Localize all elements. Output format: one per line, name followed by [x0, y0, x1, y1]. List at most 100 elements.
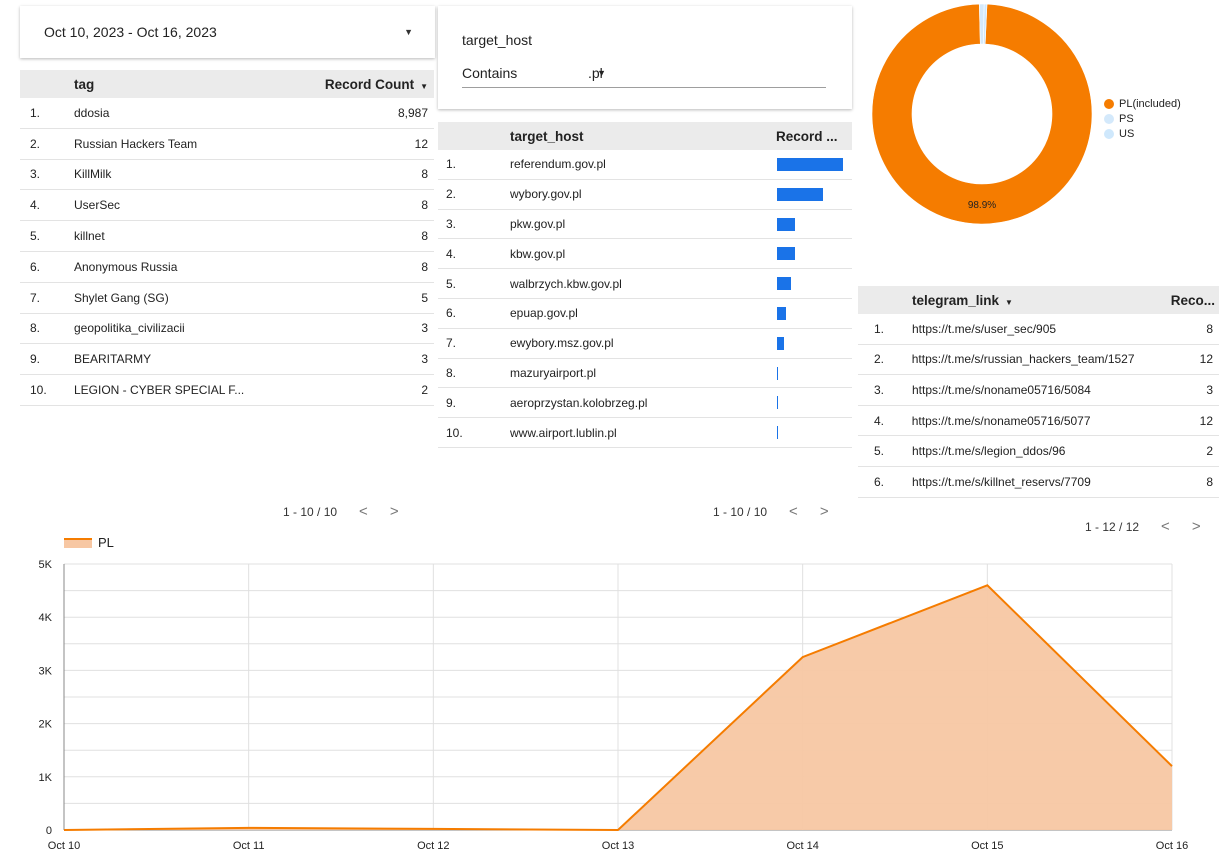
target-host-cell: mazuryairport.pl	[510, 365, 597, 380]
dropdown-caret-icon[interactable]: ▼	[404, 27, 413, 37]
table-header: telegram_link ▼ Reco...	[858, 286, 1219, 314]
row-number: 1.	[30, 105, 41, 120]
row-number: 1.	[874, 321, 885, 336]
row-number: 9.	[446, 395, 457, 410]
record-count-cell: 8	[1206, 321, 1213, 336]
table-row[interactable]: 5. killnet 8	[20, 221, 434, 252]
column-header-record[interactable]: Reco...	[1168, 293, 1219, 308]
table-row[interactable]: 3. pkw.gov.pl	[438, 210, 852, 240]
prev-page-icon[interactable]: <	[359, 503, 368, 520]
record-bar-cell	[776, 329, 852, 358]
column-header-target-host[interactable]: target_host	[510, 129, 776, 144]
table-row[interactable]: 9. BEARITARMY 3	[20, 344, 434, 376]
table-row[interactable]: 1. ddosia 8,987	[20, 98, 434, 129]
prev-page-icon[interactable]: <	[789, 503, 798, 520]
record-bar	[777, 277, 791, 291]
table-row[interactable]: 4. https://t.me/s/noname05716/5077 12	[858, 406, 1219, 437]
record-count-cell: 8	[421, 198, 428, 213]
column-header-telegram-link[interactable]: telegram_link ▼	[912, 293, 1168, 308]
x-tick-label: Oct 15	[971, 840, 1003, 852]
filter-value-input[interactable]: .pl	[586, 58, 826, 88]
table-row[interactable]: 1. https://t.me/s/user_sec/905 8	[858, 314, 1219, 345]
date-range-label: Oct 10, 2023 - Oct 16, 2023	[44, 24, 217, 40]
tag-table-pagination: 1 - 10 / 10 < >	[283, 503, 399, 520]
date-range-picker[interactable]: Oct 10, 2023 - Oct 16, 2023 ▼	[20, 6, 435, 58]
next-page-icon[interactable]: >	[390, 503, 399, 520]
tag-cell: Russian Hackers Team	[74, 136, 198, 151]
tag-table: tag Record Count ▼ 1. ddosia 8,987 2. Russian…	[20, 70, 434, 406]
record-bar-cell	[776, 299, 852, 328]
column-header-tag[interactable]: tag	[74, 77, 274, 92]
table-row[interactable]: 2. wybory.gov.pl	[438, 180, 852, 210]
target-host-cell: pkw.gov.pl	[510, 216, 566, 231]
table-row[interactable]: 7. Shylet Gang (SG) 5	[20, 283, 434, 314]
record-count-cell: 8	[421, 229, 428, 244]
table-row[interactable]: 10. LEGION - CYBER SPECIAL F... 2	[20, 375, 434, 406]
table-row[interactable]: 8. mazuryairport.pl	[438, 359, 852, 389]
row-number: 6.	[446, 306, 457, 321]
x-tick-label: Oct 12	[417, 840, 449, 852]
table-row[interactable]: 7. ewybory.msz.gov.pl	[438, 329, 852, 359]
table-row[interactable]: 2. Russian Hackers Team 12	[20, 129, 434, 160]
row-number: 4.	[30, 198, 41, 213]
table-row[interactable]: 6. epuap.gov.pl	[438, 299, 852, 329]
row-number: 8.	[446, 365, 457, 380]
row-number: 4.	[874, 413, 885, 428]
target-host-cell: epuap.gov.pl	[510, 306, 578, 321]
column-header-record[interactable]: Record ...	[776, 129, 852, 144]
table-row[interactable]: 4. kbw.gov.pl	[438, 239, 852, 270]
y-tick-label: 4K	[39, 612, 53, 624]
telegram-link-table: telegram_link ▼ Reco... 1. https://t.me/s/…	[858, 286, 1219, 498]
record-bar-cell	[776, 359, 852, 388]
record-count-cell: 2	[421, 383, 428, 398]
next-page-icon[interactable]: >	[820, 503, 829, 520]
record-bar-cell	[776, 210, 852, 239]
y-tick-label: 3K	[39, 665, 53, 677]
telegram-link-cell: https://t.me/s/noname05716/5084	[912, 382, 1091, 397]
row-number: 10.	[30, 383, 47, 398]
table-row[interactable]: 9. aeroprzystan.kolobrzeg.pl	[438, 388, 852, 419]
record-count-cell: 3	[421, 352, 428, 367]
pagination-label: 1 - 10 / 10	[713, 504, 768, 519]
legend-item-us[interactable]: US	[1104, 126, 1181, 141]
legend-item-ps[interactable]: PS	[1104, 111, 1181, 126]
row-number: 6.	[874, 474, 885, 489]
table-row[interactable]: 5. https://t.me/s/legion_ddos/96 2	[858, 436, 1219, 467]
record-bar-cell	[776, 388, 852, 417]
table-row[interactable]: 6. https://t.me/s/killnet_reservs/7709 8	[858, 467, 1219, 498]
table-header: tag Record Count ▼	[20, 70, 434, 98]
tag-cell: LEGION - CYBER SPECIAL F...	[74, 383, 245, 398]
row-number: 7.	[30, 290, 41, 305]
record-bar	[777, 426, 779, 440]
row-number: 9.	[30, 352, 41, 367]
record-bar	[777, 217, 796, 231]
x-tick-label: Oct 16	[1156, 840, 1188, 852]
record-count-cell: 8	[1206, 474, 1213, 489]
table-row[interactable]: 6. Anonymous Russia 8	[20, 252, 434, 283]
table-row[interactable]: 2. https://t.me/s/russian_hackers_team/15…	[858, 345, 1219, 376]
telegram-link-cell: https://t.me/s/user_sec/905	[912, 321, 1057, 336]
row-number: 7.	[446, 336, 457, 351]
row-number: 4.	[446, 246, 457, 261]
table-row[interactable]: 8. geopolitika_civilizacii 3	[20, 314, 434, 345]
column-header-record-count[interactable]: Record Count ▼	[274, 77, 434, 92]
table-row[interactable]: 5. walbrzych.kbw.gov.pl	[438, 269, 852, 299]
row-number: 5.	[446, 276, 457, 291]
table-row[interactable]: 4. UserSec 8	[20, 190, 434, 222]
pie-data-label: 98.9%	[968, 200, 996, 211]
host-table-pagination: 1 - 10 / 10 < >	[713, 503, 829, 520]
telegram-link-cell: https://t.me/s/killnet_reservs/7709	[912, 474, 1091, 489]
table-row[interactable]: 1. referendum.gov.pl	[438, 150, 852, 180]
record-count-cell: 8	[421, 259, 428, 274]
table-row[interactable]: 3. KillMilk 8	[20, 160, 434, 191]
x-tick-label: Oct 10	[48, 840, 80, 852]
table-row[interactable]: 3. https://t.me/s/noname05716/5084 3	[858, 375, 1219, 406]
y-tick-label: 0	[46, 825, 52, 837]
table-row[interactable]: 10. www.airport.lublin.pl	[438, 418, 852, 448]
x-tick-label: Oct 11	[233, 840, 265, 852]
legend-item-pl[interactable]: PL(included)	[1104, 96, 1181, 111]
donut-legend: PL(included) PS US	[1104, 96, 1181, 141]
pagination-label: 1 - 10 / 10	[283, 504, 338, 519]
tag-cell: Anonymous Russia	[74, 259, 178, 274]
record-bar	[777, 158, 843, 171]
